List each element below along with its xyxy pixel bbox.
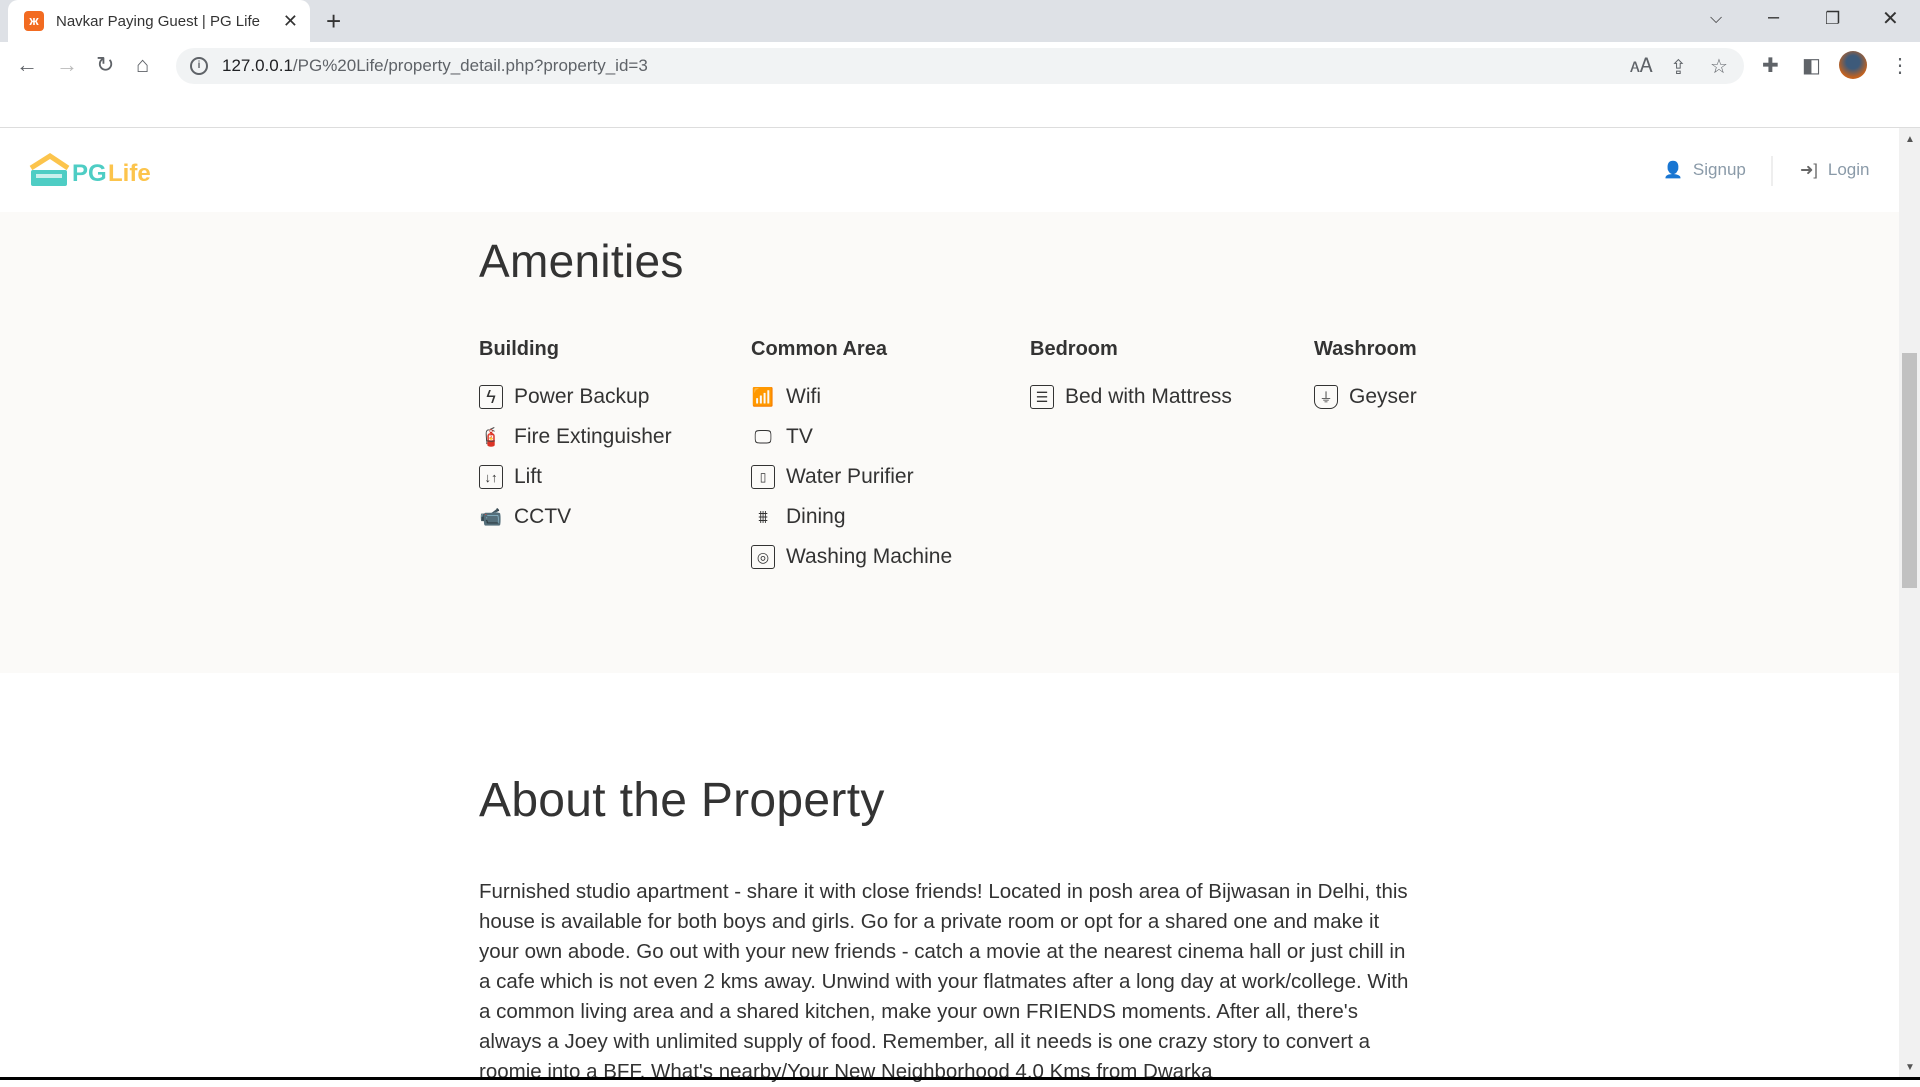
tab-bar: ж Navkar Paying Guest | PG Life ✕ + ⌵ – … bbox=[0, 0, 1920, 42]
property-description: Furnished studio apartment - share it wi… bbox=[479, 880, 1409, 1083]
amenity-item: ⏚ Geyser bbox=[1314, 377, 1417, 417]
url-bar[interactable]: i 127.0.0.1/PG%20Life/property_detail.ph… bbox=[176, 48, 1744, 84]
amenity-item: ↓↑ Lift bbox=[479, 457, 672, 497]
tab-search-icon[interactable]: ⌵ bbox=[1710, 10, 1722, 28]
amenity-item: 📹 CCTV bbox=[479, 497, 672, 537]
tv-icon: 🖵 bbox=[754, 427, 772, 447]
logo-text-pg: PG bbox=[72, 160, 107, 187]
scroll-down-icon[interactable]: ▼ bbox=[1905, 1062, 1915, 1073]
amenity-label: Geyser bbox=[1349, 385, 1417, 408]
side-panel-icon[interactable]: ◧ bbox=[1802, 53, 1821, 78]
wifi-icon: 📶 bbox=[751, 387, 775, 407]
amenity-group-building: Building ϟ Power Backup 🧯 Fire Extinguishe… bbox=[479, 338, 672, 537]
logo-text-life: Life bbox=[108, 160, 151, 187]
amenities-section: Amenities Building ϟ Power Backup 🧯 Fire E… bbox=[0, 212, 1899, 673]
amenity-label: Wifi bbox=[786, 385, 821, 408]
amenity-label: Fire Extinguisher bbox=[514, 425, 672, 448]
user-icon: 👤 bbox=[1663, 162, 1683, 179]
new-tab-icon[interactable]: + bbox=[326, 6, 341, 37]
login-label: Login bbox=[1827, 160, 1870, 179]
geyser-icon: ⏚ bbox=[1314, 385, 1338, 409]
scroll-up-icon[interactable]: ▲ bbox=[1905, 134, 1915, 145]
amenity-item: ☰ Bed with Mattress bbox=[1030, 377, 1232, 417]
translate-icon[interactable]: 🗚 bbox=[1630, 55, 1653, 78]
power-backup-icon: ϟ bbox=[479, 385, 503, 409]
page-scrollbar[interactable]: ▲ ▼ bbox=[1899, 128, 1920, 1080]
amenity-label: CCTV bbox=[514, 505, 572, 528]
amenities-title: Amenities bbox=[479, 235, 684, 287]
share-icon[interactable]: ⇪ bbox=[1670, 55, 1687, 80]
dining-icon: ⩩ bbox=[758, 507, 768, 527]
amenity-label: TV bbox=[786, 425, 813, 448]
cctv-icon: 📹 bbox=[479, 507, 503, 527]
address-toolbar: ← → ↻ ⌂ i 127.0.0.1/PG%20Life/property_d… bbox=[0, 42, 1920, 128]
amenity-label: Water Purifier bbox=[786, 465, 914, 488]
forward-icon[interactable]: → bbox=[56, 52, 78, 78]
profile-avatar[interactable] bbox=[1839, 51, 1867, 79]
group-heading: Bedroom bbox=[1030, 338, 1118, 360]
amenity-item: 📶 Wifi bbox=[751, 377, 952, 417]
menu-icon[interactable]: ⋮ bbox=[1890, 53, 1910, 78]
amenity-label: Dining bbox=[786, 505, 846, 528]
bookmark-star-icon[interactable]: ☆ bbox=[1710, 54, 1728, 79]
amenity-group-washroom: Washroom ⏚ Geyser bbox=[1314, 338, 1417, 417]
xampp-favicon-icon: ж bbox=[24, 11, 44, 31]
about-title: About the Property bbox=[479, 774, 885, 827]
pglife-logo[interactable]: PG Life bbox=[28, 152, 151, 197]
washing-machine-icon: ◎ bbox=[751, 545, 775, 569]
site-info-icon[interactable]: i bbox=[190, 57, 208, 75]
sign-in-icon: ➜] bbox=[1800, 162, 1818, 179]
site-header: PG Life 👤 Signup ➜] Login bbox=[0, 128, 1899, 212]
close-tab-icon[interactable]: ✕ bbox=[283, 11, 298, 32]
amenity-item: ◎ Washing Machine bbox=[751, 537, 952, 577]
amenity-group-bedroom: Bedroom ☰ Bed with Mattress bbox=[1030, 338, 1232, 417]
restore-icon[interactable]: ❐ bbox=[1825, 9, 1840, 29]
amenity-item: 🖵 TV bbox=[751, 417, 952, 457]
reload-icon[interactable]: ↻ bbox=[96, 52, 114, 78]
amenity-item: ϟ Power Backup bbox=[479, 377, 672, 417]
signup-button[interactable]: 👤 Signup bbox=[1663, 160, 1746, 180]
amenity-label: Bed with Mattress bbox=[1065, 385, 1232, 408]
minimize-icon[interactable]: – bbox=[1768, 6, 1779, 29]
amenity-label: Washing Machine bbox=[786, 545, 953, 568]
home-icon[interactable]: ⌂ bbox=[136, 52, 149, 78]
amenity-item: ⩩ Dining bbox=[751, 497, 952, 537]
group-heading: Washroom bbox=[1314, 338, 1417, 360]
tab-title: Navkar Paying Guest | PG Life bbox=[56, 12, 260, 30]
water-purifier-icon: ▯ bbox=[751, 465, 775, 489]
url-host: 127.0.0.1 bbox=[222, 56, 293, 75]
scrollbar-thumb[interactable] bbox=[1902, 353, 1917, 588]
url-path: /PG%20Life/property_detail.php?property_… bbox=[292, 56, 648, 75]
amenity-label: Lift bbox=[514, 465, 543, 488]
close-window-icon[interactable]: ✕ bbox=[1882, 6, 1899, 31]
lift-icon: ↓↑ bbox=[479, 465, 503, 489]
browser-tab[interactable]: ж Navkar Paying Guest | PG Life ✕ bbox=[8, 0, 310, 42]
group-heading: Common Area bbox=[751, 338, 887, 360]
fire-extinguisher-icon: 🧯 bbox=[479, 427, 503, 447]
amenity-item: 🧯 Fire Extinguisher bbox=[479, 417, 672, 457]
bed-icon: ☰ bbox=[1030, 385, 1054, 409]
group-heading: Building bbox=[479, 338, 559, 360]
signup-label: Signup bbox=[1692, 160, 1746, 179]
extensions-icon[interactable]: ✚ bbox=[1762, 53, 1779, 78]
login-button[interactable]: ➜] Login bbox=[1800, 160, 1869, 180]
amenity-label: Power Backup bbox=[514, 385, 650, 408]
about-section: About the Property Furnished studio apar… bbox=[0, 673, 1899, 1083]
header-divider bbox=[1771, 156, 1773, 186]
amenity-item: ▯ Water Purifier bbox=[751, 457, 952, 497]
back-icon[interactable]: ← bbox=[16, 52, 38, 78]
amenity-group-common-area: Common Area 📶 Wifi 🖵 TV ▯ Water Purifier ⩩ D… bbox=[751, 338, 952, 577]
